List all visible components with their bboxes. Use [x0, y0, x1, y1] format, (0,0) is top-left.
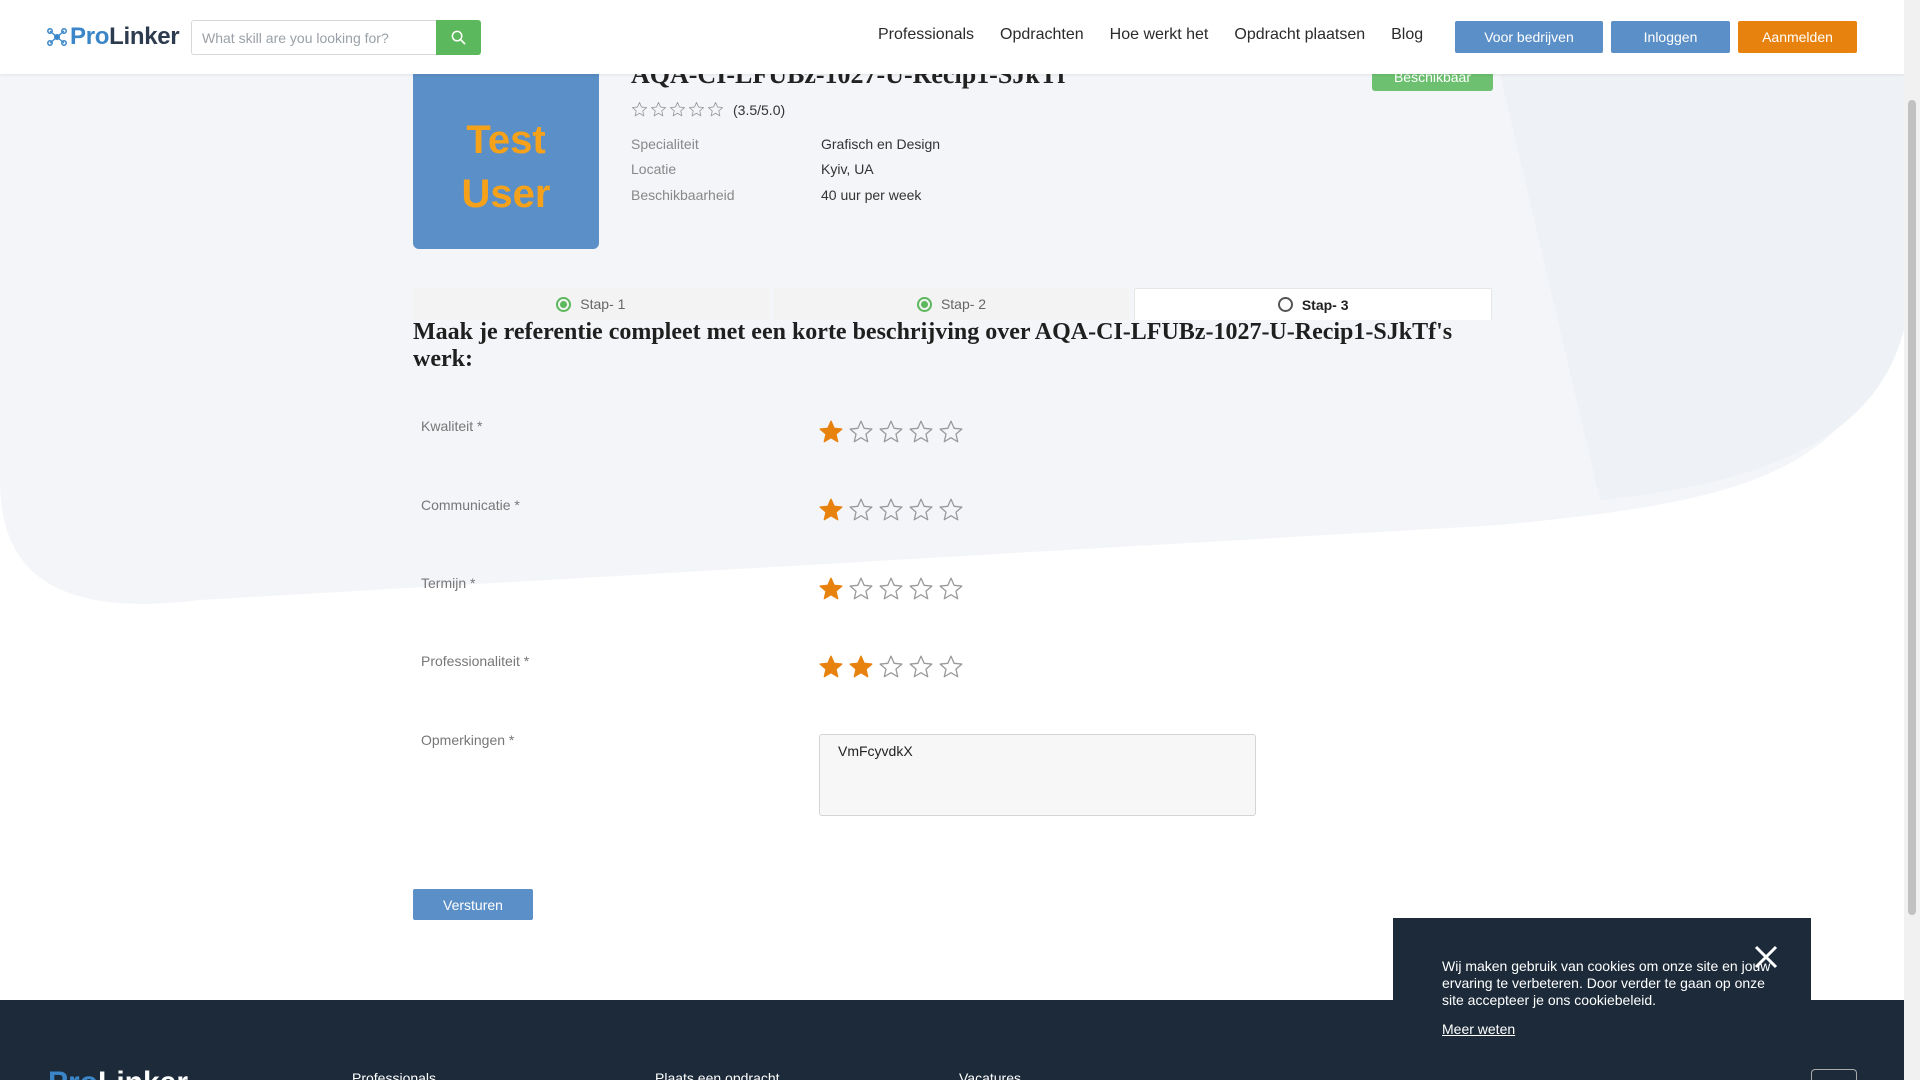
star-empty-icon[interactable]: [908, 419, 934, 445]
submit-button[interactable]: Versturen: [413, 889, 533, 920]
info-label: Locatie: [631, 161, 677, 177]
professionalism-rating[interactable]: [818, 654, 968, 680]
profile-avatar: Test User: [413, 74, 599, 249]
step-label: Stap- 3: [1301, 296, 1349, 313]
info-value: Kyiv, UA: [821, 161, 874, 177]
logo-network-icon: [47, 28, 67, 46]
quality-rating[interactable]: [818, 419, 968, 445]
star-empty-icon[interactable]: [878, 419, 904, 445]
form-title: Maak je referentie compleet met een kort…: [413, 319, 1453, 372]
footer-link-post-assignment[interactable]: Plaats een opdracht: [655, 1070, 780, 1080]
star-empty-icon[interactable]: [848, 419, 874, 445]
nav-professionals[interactable]: Professionals: [878, 26, 974, 44]
star-empty-icon[interactable]: [938, 576, 964, 602]
site-logo[interactable]: ProLinker: [46, 22, 180, 52]
star-empty-icon: [707, 101, 724, 117]
star-empty-icon: [650, 101, 667, 117]
rating-summary-text: (3.5/5.0): [733, 101, 786, 118]
star-empty-icon[interactable]: [908, 576, 934, 602]
info-label: Specialiteit: [631, 136, 699, 152]
search-input[interactable]: [191, 20, 436, 55]
avatar-text-line: User: [461, 171, 551, 216]
star-filled-icon[interactable]: [818, 654, 844, 680]
step-label: Stap- 2: [940, 296, 987, 312]
nav-opdracht-plaatsen[interactable]: Opdracht plaatsen: [1234, 26, 1365, 44]
star-empty-icon[interactable]: [938, 419, 964, 445]
footer-logo[interactable]: ProLinker: [48, 1066, 188, 1080]
page-scrollbar[interactable]: [1904, 0, 1920, 1080]
footer-link-professionals[interactable]: Professionals: [352, 1070, 436, 1080]
tab-step-1[interactable]: Stap- 1: [413, 288, 769, 320]
nav-blog[interactable]: Blog: [1391, 26, 1423, 44]
step-check-icon: [916, 296, 932, 312]
for-business-button[interactable]: Voor bedrijven: [1455, 21, 1603, 53]
quality-label: Kwaliteit *: [421, 418, 483, 434]
step-check-icon: [556, 296, 572, 312]
star-filled-icon[interactable]: [818, 497, 844, 523]
professionalism-label: Professionaliteit *: [421, 653, 530, 669]
step-tabs: Stap- 1 Stap- 2 Stap- 3: [413, 288, 1493, 320]
star-empty-icon[interactable]: [938, 654, 964, 680]
info-row-availability: Beschikbaarheid 40 uur per week: [631, 187, 921, 203]
top-navbar: ProLinker Professionals Opdrachten Hoe w…: [0, 0, 1904, 74]
avatar-text-line: Test: [466, 117, 546, 162]
communication-label: Communicatie *: [421, 497, 520, 513]
star-filled-icon[interactable]: [818, 576, 844, 602]
communication-rating[interactable]: [818, 497, 968, 523]
cookie-banner: Wij maken gebruik van cookies om onze si…: [1393, 918, 1811, 1080]
star-empty-icon[interactable]: [878, 576, 904, 602]
remarks-label: Opmerkingen *: [421, 732, 515, 748]
footer-button-edge[interactable]: [1811, 1069, 1857, 1080]
star-empty-icon[interactable]: [938, 497, 964, 523]
term-label: Termijn *: [421, 575, 476, 591]
footer-link-vacancies[interactable]: Vacatures: [959, 1070, 1021, 1080]
login-button[interactable]: Inloggen: [1611, 21, 1730, 53]
nav-opdrachten[interactable]: Opdrachten: [1000, 26, 1084, 44]
star-empty-icon[interactable]: [848, 497, 874, 523]
logo-text: ProLinker: [70, 23, 180, 50]
star-empty-icon: [631, 101, 648, 117]
cookie-more-link[interactable]: Meer weten: [1442, 1021, 1515, 1037]
step-radio-icon: [1277, 297, 1293, 312]
rating-summary-stars: [631, 101, 726, 118]
main-nav: Professionals Opdrachten Hoe werkt het O…: [878, 26, 1449, 44]
tab-step-2[interactable]: Stap- 2: [773, 288, 1130, 320]
star-empty-icon[interactable]: [878, 654, 904, 680]
star-filled-icon[interactable]: [848, 654, 874, 680]
star-empty-icon[interactable]: [908, 654, 934, 680]
info-value: Grafisch en Design: [821, 136, 941, 152]
info-row-speciality: Specialiteit Grafisch en Design: [631, 136, 940, 152]
star-empty-icon: [669, 101, 686, 117]
search-icon: [451, 30, 466, 45]
star-empty-icon[interactable]: [848, 576, 874, 602]
tab-step-3[interactable]: Stap- 3: [1134, 288, 1493, 320]
nav-hoe-werkt-het[interactable]: Hoe werkt het: [1110, 26, 1209, 44]
star-filled-icon[interactable]: [818, 419, 844, 445]
star-empty-icon: [688, 101, 705, 117]
rating-summary: (3.5/5.0): [631, 101, 785, 118]
info-row-location: Locatie Kyiv, UA: [631, 161, 874, 177]
search-button[interactable]: [436, 20, 481, 55]
star-empty-icon[interactable]: [878, 497, 904, 523]
star-empty-icon[interactable]: [908, 497, 934, 523]
remarks-textarea[interactable]: [819, 734, 1256, 816]
signup-button[interactable]: Aanmelden: [1738, 21, 1857, 53]
step-label: Stap- 1: [580, 296, 626, 312]
scrollbar-thumb[interactable]: [1908, 100, 1916, 915]
info-value: 40 uur per week: [821, 187, 922, 203]
cookie-text: Wij maken gebruik van cookies om onze si…: [1442, 958, 1771, 1008]
search-bar: [191, 20, 481, 55]
term-rating[interactable]: [818, 576, 968, 602]
info-label: Beschikbaarheid: [631, 187, 735, 203]
